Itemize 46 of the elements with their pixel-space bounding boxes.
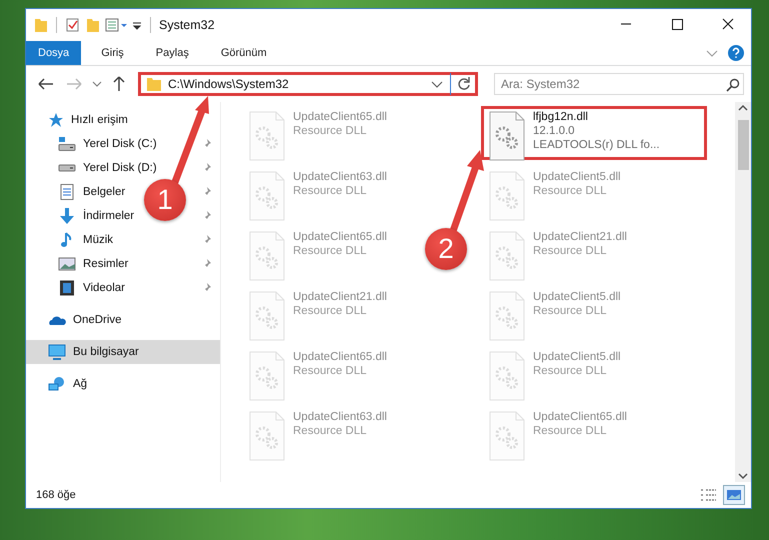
file-name: UpdateClient21.dll [293,291,387,303]
sidebar-item[interactable]: Belgeler [83,186,126,198]
file-detail: Resource DLL [293,305,368,317]
sidebar-item[interactable]: Videolar [83,282,125,294]
file-name: UpdateClient65.dll [293,231,387,243]
file-detail: Resource DLL [533,245,608,257]
file-name: lfjbg12n.dll [533,111,589,123]
file-detail: Resource DLL [533,185,608,197]
sidebar-label: Bu bilgisayar [73,346,140,358]
sidebar-item[interactable]: Yerel Disk (D:) [83,162,157,174]
ribbon-tab[interactable]: Dosya [26,41,82,65]
sidebar-item[interactable]: Yerel Disk (C:) [83,138,157,150]
sidebar-item[interactable]: Bu bilgisayar [26,340,220,364]
file-name: UpdateClient5.dll [533,291,621,303]
file-name: UpdateClient65.dll [533,411,627,423]
file-detail: Resource DLL [533,365,608,377]
file-detail: Resource DLL [533,425,608,437]
file-detail: Resource DLL [293,425,368,437]
sidebar-item[interactable]: Resimler [83,258,128,270]
sidebar-item[interactable]: İndirmeler [83,210,134,222]
ribbon-tab[interactable]: Paylaş [144,41,201,65]
file-name: UpdateClient5.dll [533,351,621,363]
sidebar-item[interactable]: Müzik [83,234,114,246]
file-name: UpdateClient5.dll [533,171,621,183]
sidebar-item[interactable]: Ağ [73,378,88,390]
file-detail: 12.1.0.0 [533,125,576,137]
file-detail: Resource DLL [293,185,368,197]
sidebar-item[interactable]: Hızlı erişim [71,114,128,126]
item-count: 168 öğe [36,489,76,501]
file-name: UpdateClient63.dll [293,171,387,183]
file-detail: LEADTOOLS(r) DLL fo... [533,139,660,151]
file-name: UpdateClient65.dll [293,351,387,363]
file-name: UpdateClient65.dll [293,111,387,123]
sidebar-item[interactable]: OneDrive [73,314,122,326]
file-detail: Resource DLL [293,245,368,257]
file-detail: Resource DLL [293,125,368,137]
address-path: C:\Windows\System32 [168,77,290,91]
ribbon-tab[interactable]: Giriş [89,41,136,65]
file-detail: Resource DLL [533,305,608,317]
ribbon-tab[interactable]: Görünüm [208,41,279,65]
file-name: UpdateClient21.dll [533,231,627,243]
file-item[interactable]: lfjbg12n.dll 12.1.0.0 LEADTOOLS(r) DLL fo... [481,106,707,160]
file-name: UpdateClient63.dll [293,411,387,423]
address-bar[interactable]: C:\Windows\System32 [138,72,478,96]
file-detail: Resource DLL [293,365,368,377]
window-title: System32 [159,18,215,32]
